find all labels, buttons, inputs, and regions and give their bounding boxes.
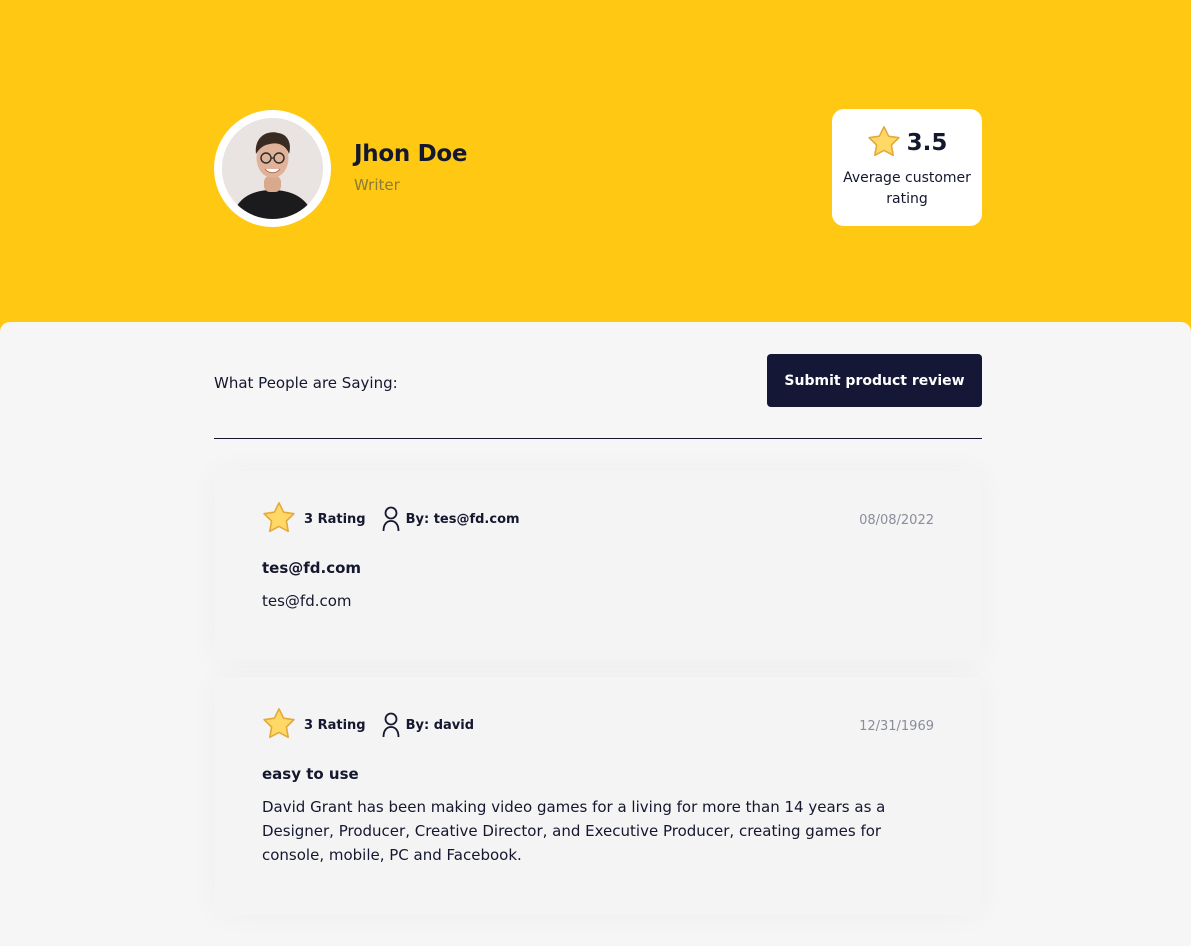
average-rating-value: 3.5 — [906, 130, 948, 156]
review-body: tes@fd.com — [262, 592, 352, 610]
section-title: What People are Saying: — [214, 374, 398, 392]
review-card: 3 Rating By: david 12/31/1969 easy to us… — [214, 677, 982, 915]
review-title: easy to use — [262, 765, 359, 783]
profile-name: Jhon Doe — [354, 141, 468, 167]
review-rating: 3 Rating — [304, 511, 366, 527]
user-icon — [382, 712, 400, 738]
review-meta: 3 Rating By: tes@fd.com — [262, 501, 520, 538]
profile-role: Writer — [354, 176, 400, 194]
star-icon — [867, 125, 901, 162]
review-author: By: tes@fd.com — [405, 511, 520, 527]
average-rating-card: 3.5 Average customer rating — [832, 109, 982, 226]
star-icon — [262, 501, 296, 538]
review-card: 3 Rating By: tes@fd.com 08/08/2022 tes@f… — [214, 471, 982, 661]
review-author: By: david — [405, 717, 475, 733]
star-icon — [262, 707, 296, 744]
average-rating-caption: Average customer rating — [843, 170, 971, 207]
review-title: tes@fd.com — [262, 559, 362, 577]
avatar — [214, 110, 331, 227]
profile-header: Jhon Doe Writer 3.5 Average customer rat… — [0, 0, 1191, 340]
review-meta: 3 Rating By: david — [262, 707, 475, 744]
user-icon — [382, 506, 400, 532]
review-date: 08/08/2022 — [859, 513, 934, 528]
divider — [214, 438, 982, 439]
submit-review-button[interactable]: Submit product review — [767, 354, 982, 407]
review-body: David Grant has been making video games … — [262, 798, 886, 864]
review-date: 12/31/1969 — [859, 719, 934, 734]
review-rating: 3 Rating — [304, 717, 366, 733]
avatar-photo — [222, 118, 323, 219]
